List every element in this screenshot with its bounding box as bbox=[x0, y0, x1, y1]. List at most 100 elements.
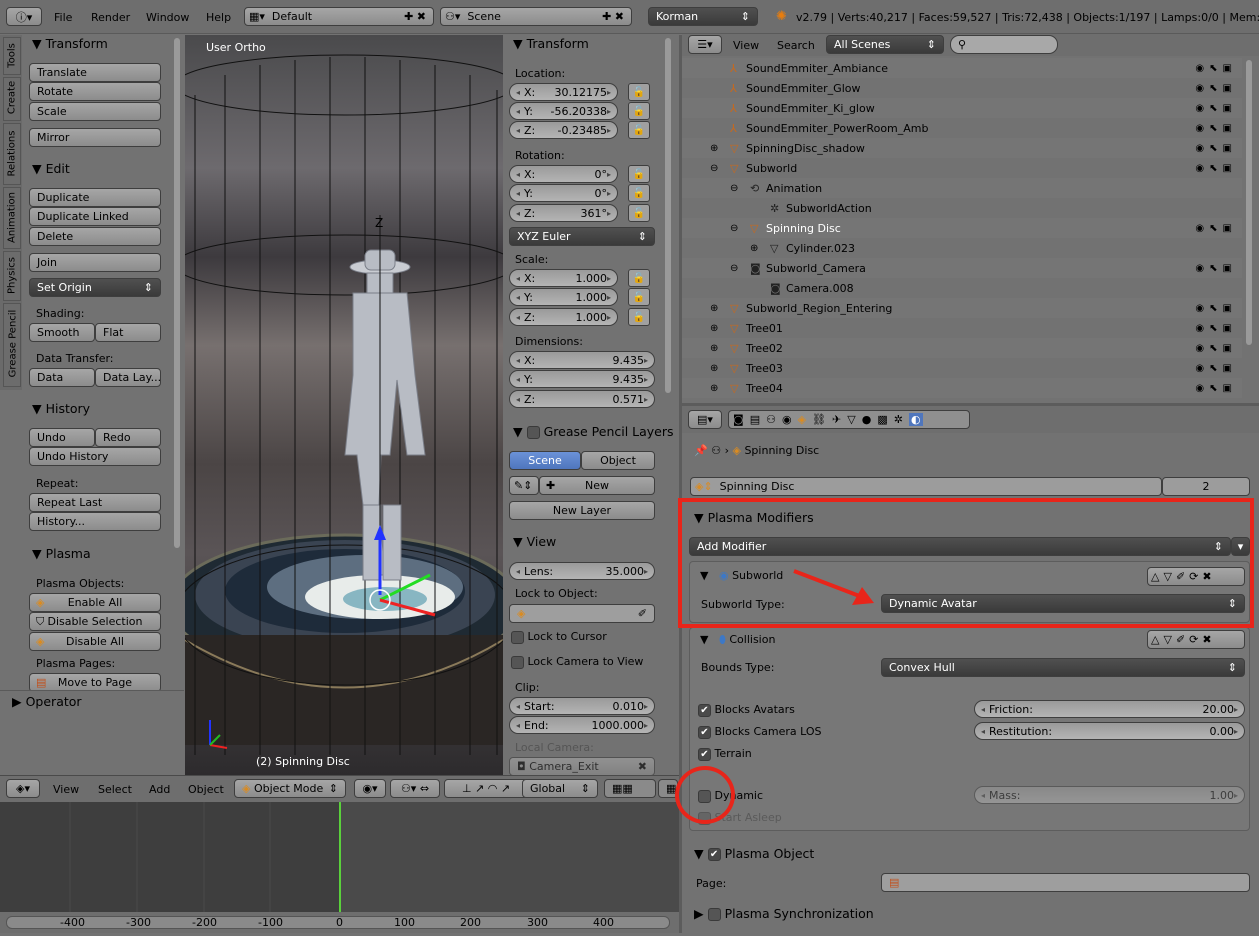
restitution-field[interactable]: ◂ Restitution: 0.00 ▸ bbox=[974, 722, 1245, 740]
render-icon[interactable]: ▣ bbox=[1223, 223, 1232, 234]
undo-button[interactable]: Undo bbox=[29, 428, 95, 447]
blocks-avatars-row[interactable]: ✔ Blocks Avatars bbox=[698, 703, 795, 717]
outliner-search-input[interactable]: ⚲ bbox=[950, 35, 1058, 54]
transform-panel-header[interactable]: ▼ Transform bbox=[32, 36, 108, 51]
scene-selector[interactable]: ⚇▾ Scene ✚ ✖ bbox=[440, 7, 632, 26]
duplicate-button[interactable]: Duplicate bbox=[29, 188, 161, 207]
cursor-icon[interactable]: ⬉ bbox=[1209, 63, 1217, 74]
location-y-field[interactable]: ◂ Y: -56.20338 ▸ bbox=[509, 102, 618, 120]
gp-pencil-select[interactable]: ✎⇕ bbox=[509, 476, 539, 495]
lock-scale-x-icon[interactable]: 🔓 bbox=[628, 269, 650, 287]
repeat-last-button[interactable]: Repeat Last bbox=[29, 493, 161, 512]
eye-icon[interactable]: ◉ bbox=[1195, 63, 1204, 74]
outliner-row[interactable]: ⊕ ▽ Cylinder.023 bbox=[682, 238, 1242, 258]
blocks-camera-row[interactable]: ✔ Blocks Camera LOS bbox=[698, 725, 822, 739]
render-icon[interactable]: ▣ bbox=[1223, 323, 1232, 334]
outliner-row[interactable]: ⊕ ▽ Tree03 ◉ ⬉ ▣ bbox=[682, 358, 1242, 378]
visibility-controls[interactable]: ◉ ⬉ ▣ bbox=[1195, 223, 1232, 234]
menu-select[interactable]: Select bbox=[98, 783, 132, 796]
properties-editor-type[interactable]: ▤▾ bbox=[688, 410, 722, 429]
gp-new-layer-button[interactable]: New Layer bbox=[509, 501, 655, 520]
location-x-field[interactable]: ◂ X: 30.12175 ▸ bbox=[509, 83, 618, 101]
enable-all-button[interactable]: ◈ Enable All bbox=[29, 593, 161, 612]
lock-to-cursor-checkbox[interactable] bbox=[511, 630, 524, 644]
editor-type-button[interactable]: ◈▾ bbox=[6, 779, 40, 798]
orientation-select[interactable]: Global ⇕ bbox=[522, 779, 598, 798]
blocks-camera-checkbox[interactable]: ✔ bbox=[698, 725, 711, 739]
eye-icon[interactable]: ◉ bbox=[1195, 323, 1204, 334]
clip-start-field[interactable]: ◂ Start: 0.010 ▸ bbox=[509, 697, 655, 715]
rotation-x-field[interactable]: ◂ X: 0° ▸ bbox=[509, 165, 618, 183]
plasma-object-header[interactable]: ▼ ✔ Plasma Object bbox=[694, 846, 814, 861]
translate-button[interactable]: Translate bbox=[29, 63, 161, 82]
layers-grid[interactable]: ▦▦ bbox=[604, 779, 656, 798]
gp-new-button[interactable]: ✚ New bbox=[539, 476, 655, 495]
data-layout-button[interactable]: Data Lay... bbox=[95, 368, 161, 387]
expand-toggle-icon[interactable]: ⊕ bbox=[750, 243, 758, 254]
outliner-row[interactable]: ⅄ SoundEmmiter_Ki_glow ◉ ⬉ ▣ bbox=[682, 98, 1242, 118]
tab-create[interactable]: Create bbox=[3, 77, 21, 121]
tab-animation[interactable]: Animation bbox=[3, 187, 21, 249]
friction-field[interactable]: ◂ Friction: 20.00 ▸ bbox=[974, 700, 1245, 718]
set-origin-select[interactable]: Set Origin ⇕ bbox=[29, 278, 161, 297]
gp-object-tab[interactable]: Object bbox=[581, 451, 655, 470]
delete-button[interactable]: Delete bbox=[29, 227, 161, 246]
eye-icon[interactable]: ◉ bbox=[1195, 223, 1204, 234]
tab-physics[interactable]: Physics bbox=[3, 251, 21, 301]
plasma-object-checkbox[interactable]: ✔ bbox=[707, 848, 721, 861]
history-dots-button[interactable]: History... bbox=[29, 512, 161, 531]
expand-toggle-icon[interactable]: ⊕ bbox=[710, 143, 718, 154]
render-icon[interactable]: ▣ bbox=[1223, 383, 1232, 394]
n-transform-header[interactable]: ▼ Transform bbox=[513, 36, 589, 51]
info-editor-type-button[interactable]: ⓘ▾ bbox=[6, 7, 42, 26]
outliner-row[interactable]: ⊖ ▽ Subworld ◉ ⬉ ▣ bbox=[682, 158, 1242, 178]
page-field[interactable]: ▤ bbox=[881, 873, 1250, 892]
cursor-icon[interactable]: ⬉ bbox=[1209, 163, 1217, 174]
cursor-icon[interactable]: ⬉ bbox=[1209, 323, 1217, 334]
render-engine-select[interactable]: Korman ⇕ bbox=[648, 7, 758, 26]
lock-location-y-icon[interactable]: 🔓 bbox=[628, 102, 650, 120]
visibility-controls[interactable]: ◉ ⬉ ▣ bbox=[1195, 343, 1232, 354]
cursor-icon[interactable]: ⬉ bbox=[1209, 103, 1217, 114]
scale-x-field[interactable]: ◂ X: 1.000 ▸ bbox=[509, 269, 618, 287]
outliner-row[interactable]: ⊕ ▽ SpinningDisc_shadow ◉ ⬉ ▣ bbox=[682, 138, 1242, 158]
outliner-row[interactable]: ⊕ ▽ Tree02 ◉ ⬉ ▣ bbox=[682, 338, 1242, 358]
expand-toggle-icon[interactable]: ⊕ bbox=[710, 323, 718, 334]
render-icon[interactable]: ▣ bbox=[1223, 83, 1232, 94]
outliner-row[interactable]: ⊕ ▽ Subworld_Region_Entering ◉ ⬉ ▣ bbox=[682, 298, 1242, 318]
lock-scale-y-icon[interactable]: 🔓 bbox=[628, 288, 650, 306]
visibility-controls[interactable]: ◉ ⬉ ▣ bbox=[1195, 143, 1232, 154]
properties-context-tabs[interactable]: ◙ ▤ ⚇ ◉ ◈ ⛓ ✈ ▽ ● ▩ ✲ ◐ bbox=[728, 410, 970, 429]
eye-icon[interactable]: ◉ bbox=[1195, 303, 1204, 314]
render-icon[interactable]: ▣ bbox=[1223, 63, 1232, 74]
expand-toggle-icon[interactable]: ⊖ bbox=[730, 183, 738, 194]
lock-location-x-icon[interactable]: 🔓 bbox=[628, 83, 650, 101]
expand-toggle-icon[interactable]: ⊕ bbox=[710, 343, 718, 354]
flat-button[interactable]: Flat bbox=[95, 323, 161, 342]
visibility-controls[interactable]: ◉ ⬉ ▣ bbox=[1195, 383, 1232, 394]
cursor-icon[interactable]: ⬉ bbox=[1209, 363, 1217, 374]
lock-rotation-z-icon[interactable]: 🔓 bbox=[628, 204, 650, 222]
visibility-controls[interactable]: ◉ ⬉ ▣ bbox=[1195, 123, 1232, 134]
eye-icon[interactable]: ◉ bbox=[1195, 123, 1204, 134]
blocks-avatars-checkbox[interactable]: ✔ bbox=[698, 703, 711, 717]
pivot-button[interactable]: ⚇▾ ⇔ bbox=[390, 779, 440, 798]
cursor-icon[interactable]: ⬉ bbox=[1209, 263, 1217, 274]
collision-modifier-controls[interactable]: △ ▽ ✐ ⟳ ✖ bbox=[1147, 630, 1245, 649]
render-icon[interactable]: ▣ bbox=[1223, 303, 1232, 314]
terrain-checkbox[interactable]: ✔ bbox=[698, 747, 711, 761]
outliner-row[interactable]: ⅄ SoundEmmiter_Ambiance ◉ ⬉ ▣ bbox=[682, 58, 1242, 78]
eye-icon[interactable]: ◉ bbox=[1195, 143, 1204, 154]
shading-mode-button[interactable]: ◉▾ bbox=[354, 779, 386, 798]
render-icon[interactable]: ▣ bbox=[1223, 363, 1232, 374]
outliner-editor-type[interactable]: ☰▾ bbox=[688, 35, 722, 54]
outliner-row[interactable]: ⊖ ▽ Spinning Disc ◉ ⬉ ▣ bbox=[682, 218, 1242, 238]
pin-icon[interactable]: 📌 bbox=[694, 444, 708, 457]
outliner-row[interactable]: ✲ SubworldAction bbox=[682, 198, 1242, 218]
outliner-row[interactable]: ⊖ ⟲ Animation bbox=[682, 178, 1242, 198]
rotation-z-field[interactable]: ◂ Z: 361° ▸ bbox=[509, 204, 618, 222]
lock-object-field[interactable]: ◈ ✐ bbox=[509, 604, 655, 623]
layout-selector[interactable]: ▦▾ Default ✚ ✖ bbox=[244, 7, 434, 26]
visibility-controls[interactable]: ◉ ⬉ ▣ bbox=[1195, 323, 1232, 334]
cursor-icon[interactable]: ⬉ bbox=[1209, 123, 1217, 134]
